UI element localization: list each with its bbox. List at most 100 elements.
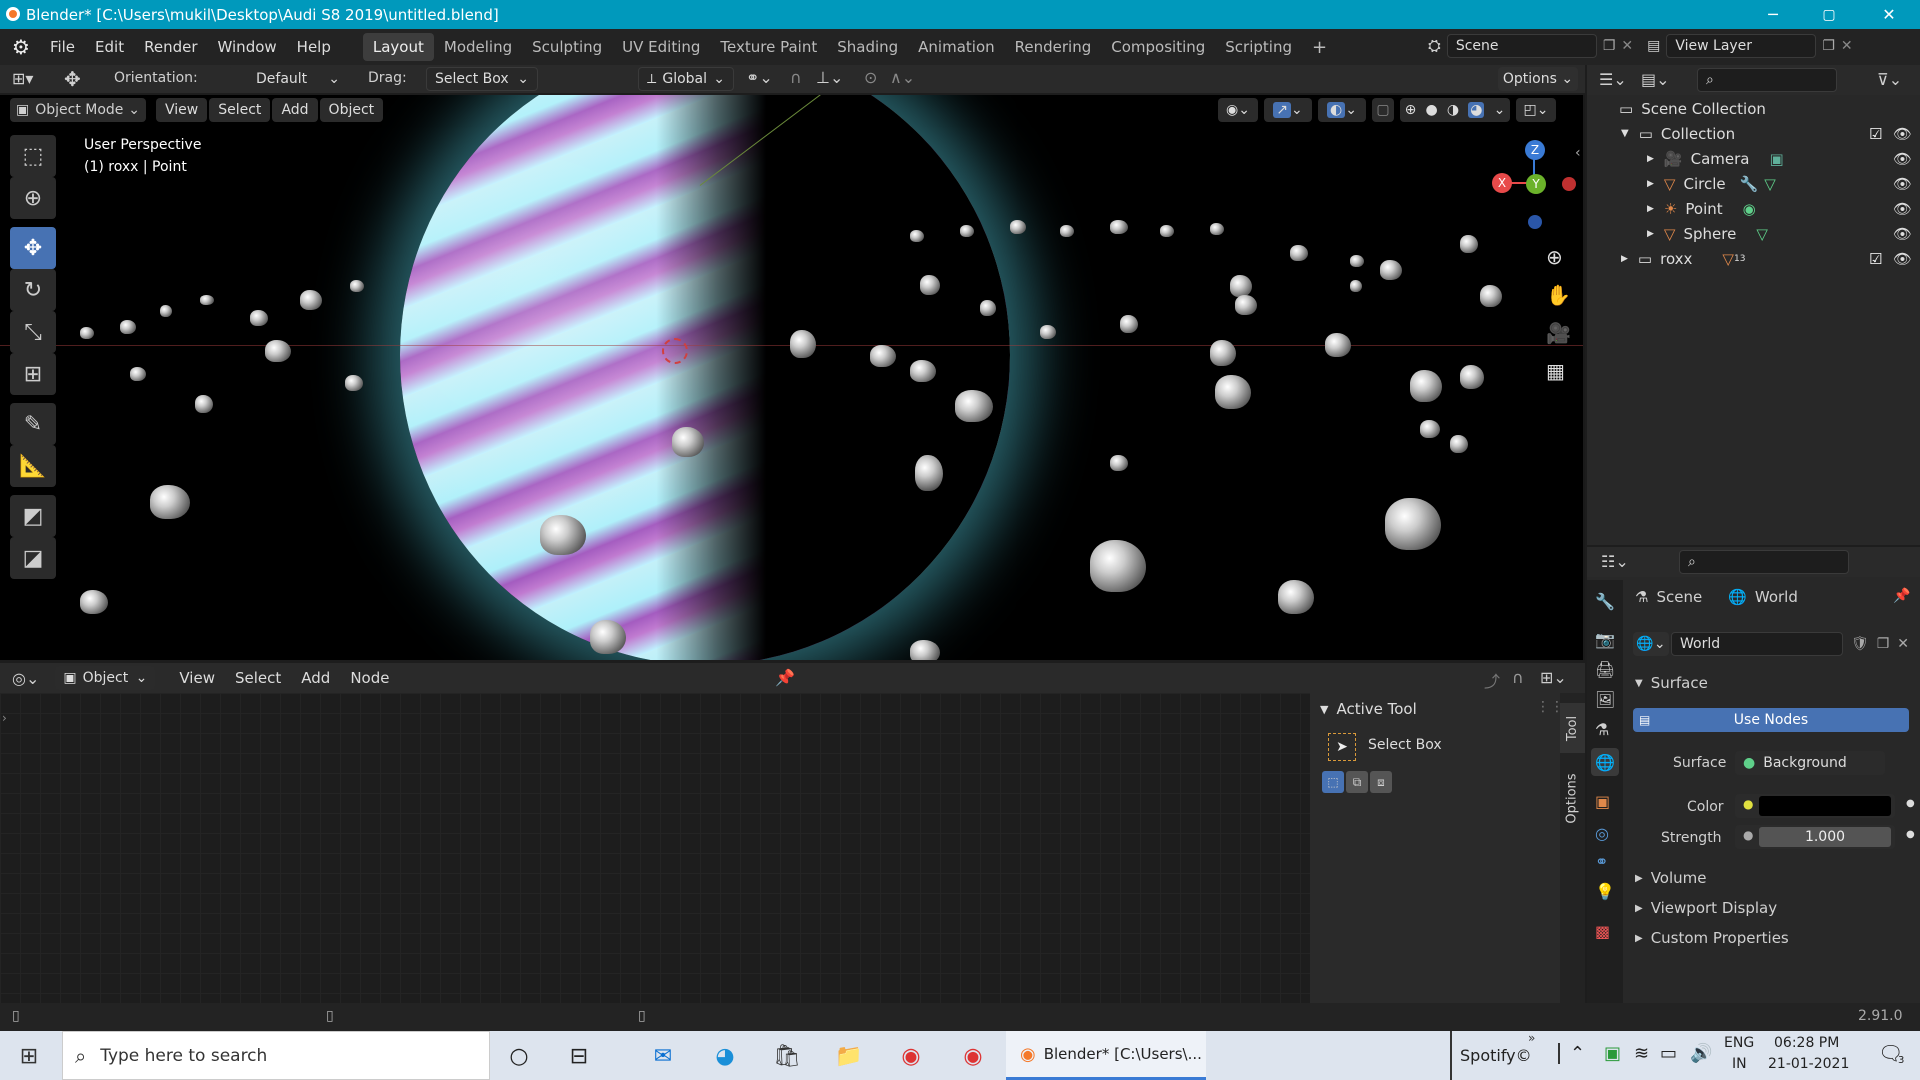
outliner-collection-roxx[interactable]: ▶ ▭ roxx ▽ 13 ☑ 👁 [1587, 246, 1920, 271]
tray-chevron-icon[interactable]: ⌃ [1558, 1043, 1585, 1064]
options-dropdown[interactable]: Options ⌄ [1498, 67, 1578, 91]
pin-icon[interactable]: 📌 [1893, 588, 1910, 604]
3d-viewport[interactable]: ▣ Object Mode ⌄ View Select Add Object ◉⌄ … [0, 95, 1585, 660]
duplicate-icon[interactable]: ❐ [1877, 636, 1890, 652]
parent-node-icon[interactable]: ⤴ [1484, 668, 1500, 692]
eye-icon[interactable]: 👁 [1893, 125, 1912, 143]
menu-render[interactable]: Render [134, 33, 207, 61]
node-menu-select[interactable]: Select [225, 664, 291, 692]
menu-file[interactable]: File [40, 33, 85, 61]
clock-date[interactable]: 21-01-2021 [1768, 1056, 1849, 1072]
expand-arrow-icon[interactable]: ▼ [1621, 128, 1629, 139]
eye-icon[interactable]: 👁 [1893, 175, 1912, 193]
measure-tool-icon[interactable]: 📐 [10, 445, 56, 487]
viewport-menu-select[interactable]: Select [209, 98, 271, 122]
taskbar-search-box[interactable]: ⌕ Type here to search [62, 1031, 490, 1080]
exclude-checkbox[interactable]: ☑ [1869, 125, 1882, 143]
node-menu-node[interactable]: Node [340, 664, 399, 692]
drag-dropdown[interactable]: Select Box ⌄ [426, 67, 538, 91]
tab-tool[interactable]: Tool [1565, 715, 1580, 740]
strength-field[interactable]: ● 1.000 [1735, 825, 1895, 849]
surface-section-header[interactable]: ▼ Surface [1635, 674, 1708, 692]
new-scene-icon[interactable]: ❐ [1603, 38, 1616, 54]
sidebar-toggle-icon[interactable]: ‹ [1575, 145, 1581, 161]
color-swatch[interactable] [1759, 796, 1891, 816]
move-tool-icon[interactable]: ✥ [10, 227, 56, 269]
falloff-icon[interactable]: ∧⌄ [890, 68, 915, 87]
eye-icon[interactable]: 👁 [1893, 225, 1912, 243]
remove-view-layer-icon[interactable]: ✕ [1841, 38, 1853, 54]
outliner-item-point[interactable]: ▶ ☀ Point ◉ 👁 [1587, 196, 1920, 221]
gizmo-toggle-icon[interactable]: ↗ ⌄ [1264, 98, 1312, 122]
clock-time[interactable]: 06:28 PM [1774, 1035, 1839, 1051]
tab-sculpting[interactable]: Sculpting [522, 33, 612, 61]
windows-start-icon[interactable]: ⊞ [12, 1039, 46, 1073]
language-top[interactable]: ENG [1724, 1035, 1754, 1051]
pin-icon[interactable]: 📌 [775, 668, 795, 687]
node-menu-view[interactable]: View [169, 664, 225, 692]
zoom-icon[interactable]: ⊕ [1546, 245, 1563, 269]
blender-menu-icon[interactable]: ⚙ [12, 35, 30, 59]
scene-tab-icon[interactable]: ⚗ [1595, 720, 1609, 739]
output-tab-icon[interactable]: 🖨 [1595, 660, 1615, 679]
x-axis-icon[interactable]: X [1492, 173, 1512, 193]
scale-tool-icon[interactable]: ⤡ [10, 311, 56, 353]
world-browse-icon[interactable]: 🌐⌄ [1633, 632, 1669, 656]
tool-tab-icon[interactable]: 🔧 [1595, 592, 1615, 611]
collapse-arrow-icon[interactable]: ▼ [1320, 703, 1328, 716]
outliner-item-camera[interactable]: ▶ 🎥 Camera ▣ 👁 [1587, 146, 1920, 171]
outliner-item-circle[interactable]: ▶ ▽ Circle 🔧 ▽ 👁 [1587, 171, 1920, 196]
node-toolbar-toggle-icon[interactable]: › [2, 711, 7, 725]
menu-help[interactable]: Help [287, 33, 341, 61]
node-editor-type-icon[interactable]: ◎⌄ [12, 669, 39, 688]
physics-tab-icon[interactable]: ◎ [1595, 824, 1609, 843]
overlay-toggle-icon[interactable]: ◐ ⌄ [1318, 98, 1366, 122]
outliner-search[interactable]: ⌕ [1697, 68, 1837, 92]
ortho-grid-icon[interactable]: ▦ [1546, 359, 1565, 383]
extra-tool-icon[interactable]: ◪ [10, 537, 56, 579]
rendered-shading-icon[interactable]: ◕ [1468, 102, 1485, 118]
outliner-type-icon[interactable]: ☰⌄ [1599, 70, 1627, 89]
strength-value[interactable]: 1.000 [1759, 827, 1891, 847]
data-tab-icon[interactable]: 💡 [1595, 882, 1615, 901]
orientation-dropdown[interactable]: Default ⌄ [228, 67, 348, 91]
visibility-dropdown-icon[interactable]: ◉⌄ [1218, 98, 1258, 122]
z-axis-icon[interactable]: Z [1525, 140, 1545, 160]
close-button[interactable]: ✕ [1866, 0, 1912, 29]
outliner-item-sphere[interactable]: ▶ ▽ Sphere ▽ 👁 [1587, 221, 1920, 246]
tab-layout[interactable]: Layout [362, 33, 434, 61]
color-field[interactable]: ● [1735, 794, 1895, 818]
fake-user-icon[interactable]: 🛡 [1851, 636, 1869, 652]
viewport-menu-view[interactable]: View [156, 98, 208, 122]
viewport-menu-object[interactable]: Object [319, 98, 384, 122]
neg-x-axis-icon[interactable] [1562, 177, 1576, 191]
chrome-icon[interactable]: ◉ [894, 1039, 928, 1073]
transform-tool-icon[interactable]: ⊞ [10, 353, 56, 395]
maximize-button[interactable]: ▢ [1806, 0, 1852, 29]
tab-compositing[interactable]: Compositing [1101, 33, 1215, 61]
custom-properties-section-header[interactable]: ▶ Custom Properties [1635, 929, 1789, 947]
add-workspace-button[interactable]: + [1302, 33, 1337, 61]
outliner-scene-collection[interactable]: ▭ Scene Collection [1587, 96, 1920, 121]
solid-shading-icon[interactable]: ● [1425, 102, 1437, 118]
scene-field[interactable]: Scene [1446, 34, 1597, 58]
volume-icon[interactable]: 🔊 [1690, 1043, 1712, 1064]
editor-type-icon[interactable]: ⊞▾ [12, 69, 33, 88]
properties-search[interactable]: ⌕ [1679, 550, 1849, 574]
use-nodes-button[interactable]: ▤ Use Nodes [1633, 708, 1909, 732]
nvidia-icon[interactable]: ▣ [1604, 1043, 1621, 1064]
pivot-icon[interactable]: ⚭⌄ [746, 68, 773, 87]
transform-orientation-dropdown[interactable]: ⟂ Global ⌄ [638, 67, 734, 91]
select-new-icon[interactable]: ⬚ [1322, 771, 1344, 793]
texture-tab-icon[interactable]: ▩ [1595, 922, 1610, 941]
taskbar-blender-task[interactable]: ◉ Blender* [C:\Users\... [1006, 1031, 1206, 1080]
shading-modes[interactable]: ⊕ ● ◑ ◕ ⌄ [1400, 98, 1510, 122]
tab-uv-editing[interactable]: UV Editing [612, 33, 710, 61]
unlink-icon[interactable]: ✕ [1897, 636, 1909, 652]
select-box-tool-icon[interactable]: ⬚ [10, 135, 56, 177]
filter-icon[interactable]: ⊽⌄ [1877, 70, 1902, 89]
remove-scene-icon[interactable]: ✕ [1621, 38, 1633, 54]
add-cube-tool-icon[interactable]: ◩ [10, 495, 56, 537]
wifi-icon[interactable]: ≋ [1634, 1043, 1649, 1064]
neg-z-axis-icon[interactable] [1528, 215, 1542, 229]
